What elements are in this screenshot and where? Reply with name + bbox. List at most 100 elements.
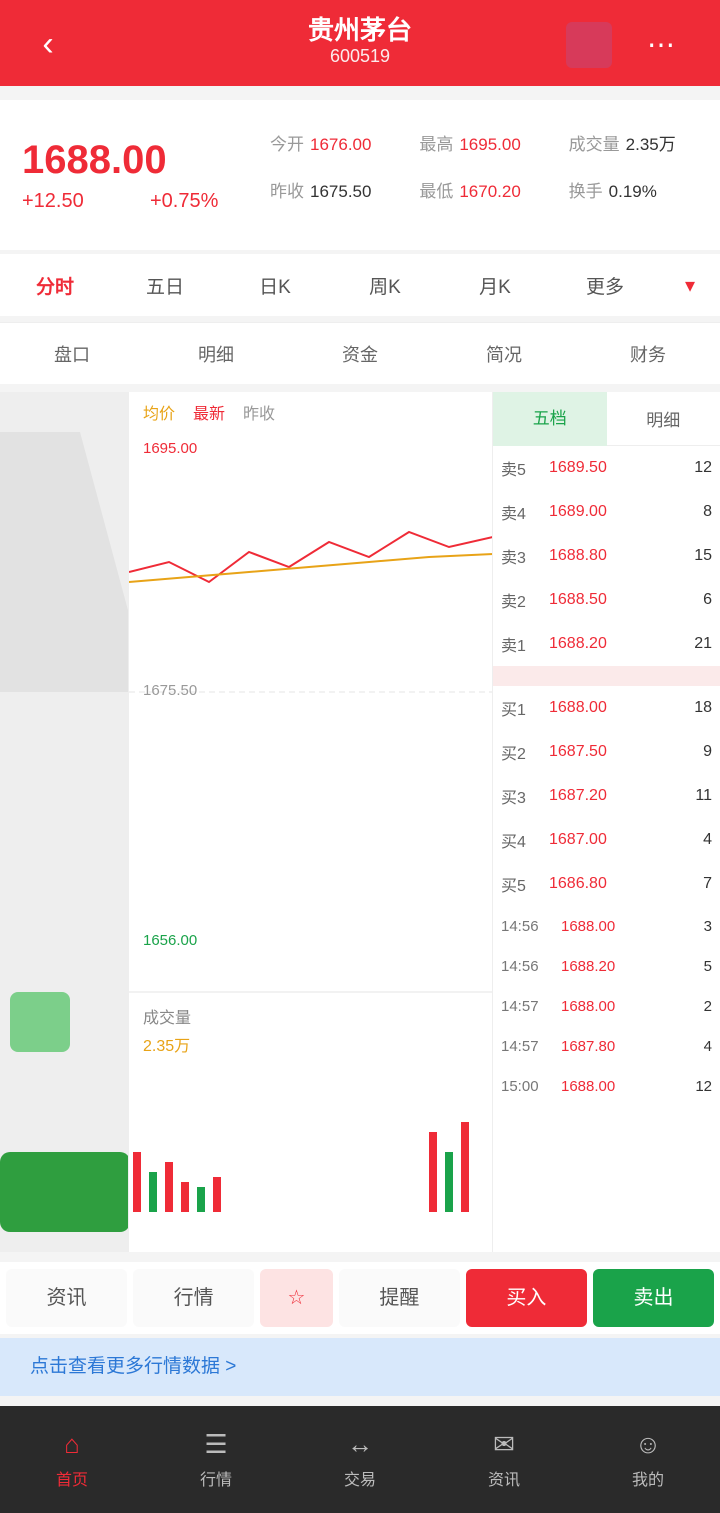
quote-field: 昨收 1675.50 bbox=[270, 182, 372, 201]
book-cell-pr: 1686.80 bbox=[549, 875, 607, 892]
quote-field: 最高 1695.00 bbox=[419, 135, 521, 154]
book-cell-n: 2 bbox=[703, 997, 712, 1015]
book-cell-lbl: 卖5 bbox=[501, 462, 526, 479]
trade-row: 14:57 1688.00 2 bbox=[493, 986, 720, 1026]
book-cell-qty: 6 bbox=[703, 591, 712, 608]
book-cell-pr: 1688.20 bbox=[549, 635, 607, 652]
legend-latest: 最新 bbox=[193, 406, 226, 423]
period-tabs: 分时 五日 日K 周K 月K 更多 ▾ bbox=[0, 254, 720, 316]
tab-handicap[interactable]: 盘口 bbox=[0, 341, 144, 367]
axis-mid-label: 1675.50 bbox=[143, 682, 198, 699]
quote-panel: 1688.00 +12.50 +0.75% 今开 1676.00 最高 1695.0… bbox=[0, 100, 720, 250]
book-tabs: 五档 明细 bbox=[493, 391, 720, 446]
rail-green-block bbox=[10, 992, 70, 1052]
mail-icon: ✉ bbox=[493, 1429, 515, 1459]
quote-field: 最低 1670.20 bbox=[419, 182, 521, 201]
book-cell-lbl: 买3 bbox=[501, 790, 526, 807]
order-book-row: 卖2 1688.50 6 bbox=[493, 578, 720, 622]
book-cell-lbl: 买1 bbox=[501, 702, 526, 719]
buy-button[interactable]: 买入 bbox=[465, 1269, 587, 1327]
book-cell-lbl: 卖2 bbox=[501, 594, 526, 611]
tab-finance[interactable]: 财务 bbox=[576, 341, 720, 367]
book-cell-t: 14:56 bbox=[501, 957, 539, 975]
intraday-chart[interactable]: 均价 最新 昨收 1695.00 1675.50 1656.00 成交量 2.3… bbox=[128, 392, 493, 1252]
sell-button[interactable]: 卖出 bbox=[592, 1269, 715, 1327]
volume-bar bbox=[165, 1162, 173, 1212]
tab-week-k[interactable]: 周K bbox=[330, 272, 440, 299]
book-cell-qty: 9 bbox=[703, 743, 712, 760]
tab-five-levels[interactable]: 五档 bbox=[493, 391, 607, 446]
volume-bar bbox=[445, 1152, 453, 1212]
order-book-row: 卖1 1688.20 21 bbox=[493, 622, 720, 666]
nav-label: 我的 bbox=[631, 1472, 664, 1489]
info-tip-bar[interactable]: 点击查看更多行情数据 > bbox=[0, 1338, 720, 1396]
user-icon: ☺ bbox=[634, 1429, 662, 1459]
book-cell-qty: 4 bbox=[703, 831, 712, 848]
order-book-row: 买1 1688.00 18 bbox=[493, 686, 720, 730]
ask-list: 卖5 1689.50 12 卖4 1689.00 8 卖3 1688.80 15 卖2 1688.5… bbox=[493, 446, 720, 666]
quote-field: 成交量 2.35万 bbox=[568, 135, 676, 154]
tab-details[interactable]: 明细 bbox=[144, 341, 288, 367]
book-cell-pr: 1688.80 bbox=[549, 547, 607, 564]
book-cell-qty: 18 bbox=[694, 699, 712, 716]
tab-day-k[interactable]: 日K bbox=[220, 272, 330, 299]
book-cell-n: 3 bbox=[703, 917, 712, 935]
info-tabs: 盘口 明细 资金 简况 财务 bbox=[0, 322, 720, 384]
alert-button[interactable]: 提醒 bbox=[338, 1269, 460, 1327]
tab-profile[interactable]: 简况 bbox=[432, 341, 576, 367]
chevron-down-icon[interactable]: ▾ bbox=[660, 273, 720, 298]
tab-more[interactable]: 更多 bbox=[550, 272, 660, 299]
app-header: ‹ 贵州茅台 600519 ⋯ bbox=[0, 0, 720, 86]
star-icon[interactable]: ☆ bbox=[260, 1269, 333, 1327]
book-cell-t: 14:56 bbox=[501, 917, 539, 935]
volume-bar bbox=[133, 1152, 141, 1212]
trade-row: 14:56 1688.20 5 bbox=[493, 946, 720, 986]
nav-item-trade[interactable]: ↔ 交易 bbox=[288, 1406, 432, 1513]
volume-title: 成交量 bbox=[143, 1010, 192, 1027]
book-cell-lbl: 买5 bbox=[501, 878, 526, 895]
book-cell-pr: 1687.20 bbox=[549, 787, 607, 804]
quote-fields: 今开 1676.00 最高 1695.00 成交量 2.35万 昨收 1675.50 最… bbox=[270, 130, 710, 202]
nav-label: 交易 bbox=[343, 1472, 376, 1489]
book-cell-qty: 11 bbox=[695, 787, 712, 804]
order-book-row: 卖3 1688.80 15 bbox=[493, 534, 720, 578]
list-icon: ☰ bbox=[204, 1429, 228, 1459]
price-change: +12.50 bbox=[22, 190, 84, 212]
book-cell-p: 1687.80 bbox=[561, 1037, 616, 1055]
news-button[interactable]: 资讯 bbox=[6, 1269, 128, 1327]
nav-item-market[interactable]: ☰ 行情 bbox=[144, 1406, 288, 1513]
book-cell-pr: 1688.00 bbox=[549, 699, 607, 716]
book-cell-pr: 1687.00 bbox=[549, 831, 607, 848]
tab-intraday[interactable]: 分时 bbox=[0, 272, 110, 299]
legend-prev-close: 昨收 bbox=[243, 406, 276, 423]
volume-bar bbox=[429, 1132, 437, 1212]
axis-high-label: 1695.00 bbox=[143, 440, 198, 457]
rail-shade bbox=[0, 432, 150, 692]
book-cell-qty: 21 bbox=[694, 635, 712, 652]
nav-label: 行情 bbox=[199, 1472, 232, 1489]
back-icon[interactable]: ‹ bbox=[30, 26, 66, 62]
nav-item-home[interactable]: ⌂ 首页 bbox=[0, 1406, 144, 1513]
book-cell-p: 1688.00 bbox=[561, 917, 616, 935]
book-cell-p: 1688.00 bbox=[561, 997, 616, 1015]
tab-five-day[interactable]: 五日 bbox=[110, 272, 220, 299]
trade-icon: ↔ bbox=[347, 1429, 373, 1459]
tab-capital[interactable]: 资金 bbox=[288, 341, 432, 367]
volume-bar bbox=[213, 1177, 221, 1212]
nav-item-news[interactable]: ✉ 资讯 bbox=[432, 1406, 576, 1513]
market-button[interactable]: 行情 bbox=[133, 1269, 255, 1327]
more-menu-icon[interactable]: ⋯ bbox=[642, 26, 680, 64]
nav-item-me[interactable]: ☺ 我的 bbox=[576, 1406, 720, 1513]
tab-trade-details[interactable]: 明细 bbox=[607, 406, 720, 431]
home-icon: ⌂ bbox=[64, 1429, 80, 1459]
book-cell-p: 1688.00 bbox=[561, 1077, 616, 1095]
tab-month-k[interactable]: 月K bbox=[440, 272, 550, 299]
axis-low-label: 1656.00 bbox=[143, 932, 198, 949]
favorite-icon[interactable] bbox=[566, 22, 612, 68]
avg-price-line bbox=[129, 553, 493, 583]
book-cell-n: 4 bbox=[703, 1037, 712, 1055]
trade-row: 14:56 1688.00 3 bbox=[493, 906, 720, 946]
order-book-row: 买4 1687.00 4 bbox=[493, 818, 720, 862]
trade-row: 15:00 1688.00 12 bbox=[493, 1066, 720, 1106]
book-cell-t: 14:57 bbox=[501, 997, 539, 1015]
